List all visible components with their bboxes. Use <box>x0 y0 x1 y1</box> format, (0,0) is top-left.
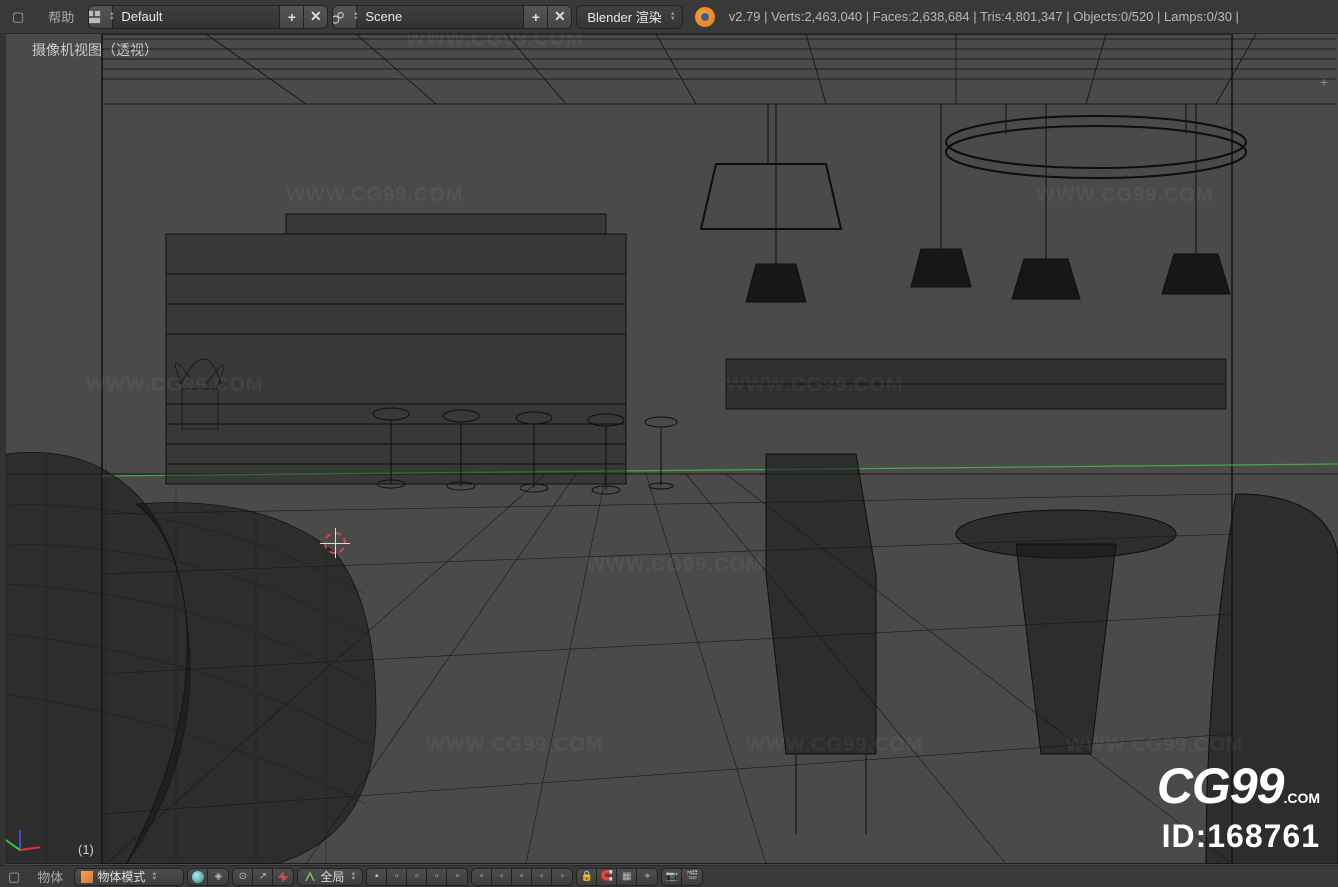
scene-add-button[interactable]: + <box>523 6 547 28</box>
wireframe-render <box>6 34 1338 864</box>
layer-button[interactable]: ▪ <box>367 869 387 885</box>
layer-button[interactable]: ▫ <box>407 869 427 885</box>
manipulate-center-button[interactable]: ↗ <box>253 869 273 885</box>
screen-layout-add-button[interactable]: + <box>279 6 303 28</box>
layer-button[interactable]: ▫ <box>492 869 512 885</box>
screen-layout-selector: ▲▼ Default + ✕ <box>88 5 328 29</box>
frame-indicator: (1) <box>78 842 94 857</box>
scene-selector: ▲▼ Scene + ✕ <box>332 5 572 29</box>
snap-element-button[interactable]: ▦ <box>617 869 637 885</box>
render-buttons: 📷 🎬 <box>661 868 703 886</box>
screen-layout-browse-button[interactable]: ▲▼ <box>89 6 113 28</box>
3dview-header: ▢ 物体 物体模式 ▲▼ ◈ ⊙ ↗ 全局 ▲▼ ▪ ▫ ▫ ▫ ▫ ▫ ▫ ▫… <box>0 865 1338 887</box>
blender-logo-icon <box>695 7 715 27</box>
scene-name[interactable]: Scene <box>357 6 523 28</box>
layer-button[interactable]: ▫ <box>447 869 467 885</box>
screen-layout-name[interactable]: Default <box>113 6 279 28</box>
layer-button[interactable]: ▫ <box>387 869 407 885</box>
asset-id-label: ID:168761 <box>1162 818 1320 855</box>
viewport-shading-button[interactable] <box>188 869 208 885</box>
shaded-sphere-icon <box>192 871 204 883</box>
layer-button[interactable]: ▫ <box>552 869 572 885</box>
viewport-pivot-button[interactable]: ◈ <box>208 869 228 885</box>
scene-delete-button[interactable]: ✕ <box>547 6 571 28</box>
layer-button[interactable]: ▫ <box>532 869 552 885</box>
render-engine-dropdown[interactable]: Blender 渲染 ▲▼ <box>576 5 682 29</box>
shading-buttons: ◈ <box>187 868 229 886</box>
axis-icon <box>304 871 316 883</box>
orientation-selector[interactable]: 全局 ▲▼ <box>297 868 363 886</box>
orientation-label: 全局 <box>320 868 344 885</box>
editor-type-corner[interactable]: ▢ <box>2 5 34 29</box>
object-mode-icon <box>81 871 93 883</box>
layer-buttons-top: ▪ ▫ ▫ ▫ ▫ <box>366 868 468 886</box>
editor-type-corner-bottom[interactable]: ▢ <box>2 869 26 885</box>
pivot-center-button[interactable]: ⊙ <box>233 869 253 885</box>
viewport-expand-plus-icon[interactable]: + <box>1320 74 1328 90</box>
manipulator-toggle-button[interactable] <box>273 869 293 885</box>
render-engine-label: Blender 渲染 <box>587 7 661 26</box>
3d-viewport[interactable]: 摄像机视图（透视） <box>6 34 1338 865</box>
info-header: ▢ 帮助 ▲▼ Default + ✕ ▲▼ Scene + ✕ Blender… <box>0 0 1338 34</box>
scene-browse-button[interactable]: ▲▼ <box>333 6 357 28</box>
opengl-render-image-button[interactable]: 📷 <box>662 869 682 885</box>
lock-camera-button[interactable]: 🔒 <box>577 869 597 885</box>
scene-icon <box>332 10 345 24</box>
pivot-manipulate-buttons: ⊙ ↗ <box>232 868 294 886</box>
mode-label: 物体模式 <box>97 868 145 885</box>
opengl-render-anim-button[interactable]: 🎬 <box>682 869 702 885</box>
layer-buttons-b: ▫ ▫ ▫ ▫ ▫ <box>471 868 573 886</box>
layer-button[interactable]: ▫ <box>472 869 492 885</box>
layer-button[interactable]: ▫ <box>427 869 447 885</box>
object-menu[interactable]: 物体 <box>29 867 71 886</box>
snap-toggle-button[interactable]: 🧲 <box>597 869 617 885</box>
help-menu[interactable]: 帮助 <box>38 3 84 30</box>
screen-layout-icon <box>88 10 101 24</box>
mode-selector[interactable]: 物体模式 ▲▼ <box>74 868 184 886</box>
snap-target-button[interactable]: ⌖ <box>637 869 657 885</box>
screen-layout-delete-button[interactable]: ✕ <box>303 6 327 28</box>
snap-buttons: 🔒 🧲 ▦ ⌖ <box>576 868 658 886</box>
layer-button[interactable]: ▫ <box>512 869 532 885</box>
scene-stats: v2.79 | Verts:2,463,040 | Faces:2,638,68… <box>725 9 1239 24</box>
